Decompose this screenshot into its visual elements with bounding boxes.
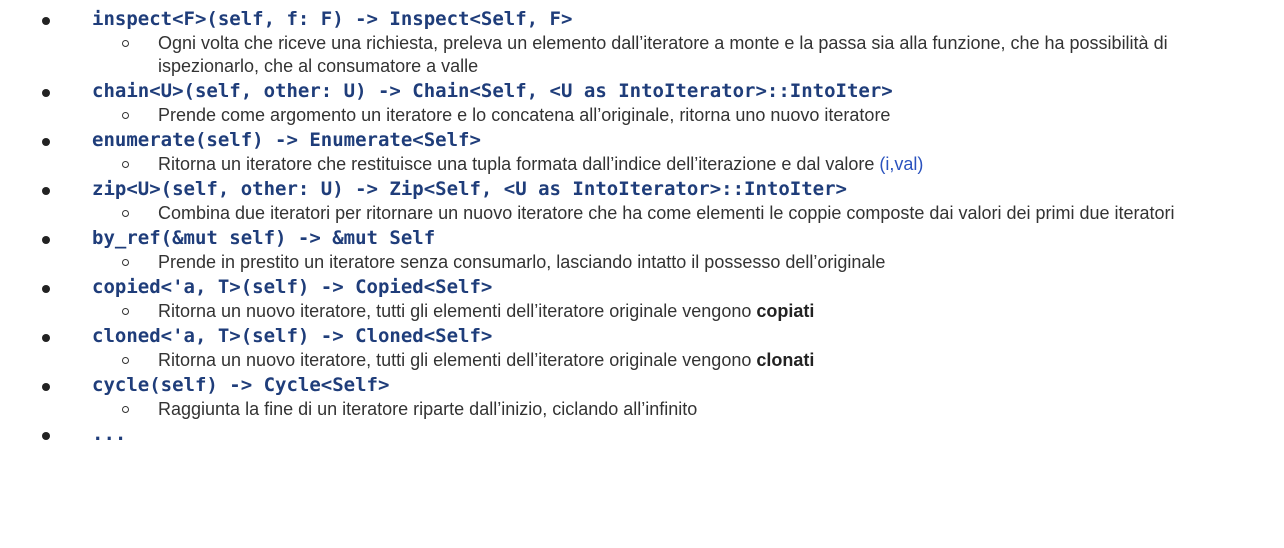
- circle-bullet-icon: [122, 259, 129, 266]
- method-description: Raggiunta la fine di un iteratore ripart…: [158, 399, 698, 419]
- circle-bullet-icon: [122, 308, 129, 315]
- method-description: Combina due iteratori per ritornare un n…: [158, 203, 1175, 223]
- list-item: cloned<'a, T>(self) -> Cloned<Self> Rito…: [0, 323, 1284, 372]
- method-signature: cloned<'a, T>(self) -> Cloned<Self>: [92, 325, 493, 347]
- circle-bullet-icon: [122, 161, 129, 168]
- method-description: Prende come argomento un iteratore e lo …: [158, 105, 891, 125]
- circle-bullet-icon: [122, 357, 129, 364]
- sub-item: Prende in prestito un iteratore senza co…: [0, 251, 1284, 274]
- sub-item: Ogni volta che riceve una richiesta, pre…: [0, 32, 1284, 78]
- method-signature: zip<U>(self, other: U) -> Zip<Self, <U a…: [92, 178, 847, 200]
- description-text: Ritorna un nuovo iteratore, tutti gli el…: [158, 301, 757, 321]
- method-signature: enumerate(self) -> Enumerate<Self>: [92, 129, 481, 151]
- bullet-icon: [42, 285, 50, 293]
- method-list: inspect<F>(self, f: F) -> Inspect<Self, …: [0, 0, 1284, 447]
- description-text: Ritorna un iteratore che restituisce una…: [158, 154, 880, 174]
- bullet-icon: [42, 383, 50, 391]
- list-item: cycle(self) -> Cycle<Self> Raggiunta la …: [0, 372, 1284, 421]
- circle-bullet-icon: [122, 210, 129, 217]
- bullet-icon: [42, 138, 50, 146]
- method-signature: chain<U>(self, other: U) -> Chain<Self, …: [92, 80, 893, 102]
- list-item: zip<U>(self, other: U) -> Zip<Self, <U a…: [0, 176, 1284, 225]
- sub-item: Prende come argomento un iteratore e lo …: [0, 104, 1284, 127]
- bullet-icon: [42, 17, 50, 25]
- method-description: Ritorna un iteratore che restituisce una…: [158, 153, 1248, 176]
- list-item: copied<'a, T>(self) -> Copied<Self> Rito…: [0, 274, 1284, 323]
- sub-item: Combina due iteratori per ritornare un n…: [0, 202, 1284, 225]
- ellipsis-text: ...: [92, 423, 127, 445]
- circle-bullet-icon: [122, 40, 129, 47]
- method-signature: cycle(self) -> Cycle<Self>: [92, 374, 390, 396]
- list-item: ...: [0, 421, 1284, 447]
- method-signature: copied<'a, T>(self) -> Copied<Self>: [92, 276, 493, 298]
- bullet-icon: [42, 236, 50, 244]
- list-item: inspect<F>(self, f: F) -> Inspect<Self, …: [0, 6, 1284, 78]
- method-description: Ritorna un nuovo iteratore, tutti gli el…: [158, 349, 1248, 372]
- sub-item: Ritorna un nuovo iteratore, tutti gli el…: [0, 300, 1284, 323]
- highlight-text: (i,val): [879, 154, 924, 174]
- list-item: by_ref(&mut self) -> &mut Self Prende in…: [0, 225, 1284, 274]
- bullet-icon: [42, 187, 50, 195]
- sub-item: Ritorna un nuovo iteratore, tutti gli el…: [0, 349, 1284, 372]
- bullet-icon: [42, 89, 50, 97]
- bullet-icon: [42, 432, 50, 440]
- method-signature: inspect<F>(self, f: F) -> Inspect<Self, …: [92, 8, 573, 30]
- circle-bullet-icon: [122, 406, 129, 413]
- sub-item: Ritorna un iteratore che restituisce una…: [0, 153, 1284, 176]
- list-item: chain<U>(self, other: U) -> Chain<Self, …: [0, 78, 1284, 127]
- method-description: Ritorna un nuovo iteratore, tutti gli el…: [158, 300, 1248, 323]
- circle-bullet-icon: [122, 112, 129, 119]
- bullet-icon: [42, 334, 50, 342]
- list-item: enumerate(self) -> Enumerate<Self> Ritor…: [0, 127, 1284, 176]
- bold-text: copiati: [756, 301, 815, 321]
- method-description: Prende in prestito un iteratore senza co…: [158, 252, 886, 272]
- description-text: Ritorna un nuovo iteratore, tutti gli el…: [158, 350, 757, 370]
- method-signature: by_ref(&mut self) -> &mut Self: [92, 227, 436, 249]
- sub-item: Raggiunta la fine di un iteratore ripart…: [0, 398, 1284, 421]
- bold-text: clonati: [756, 350, 815, 370]
- method-description: Ogni volta che riceve una richiesta, pre…: [158, 33, 1168, 76]
